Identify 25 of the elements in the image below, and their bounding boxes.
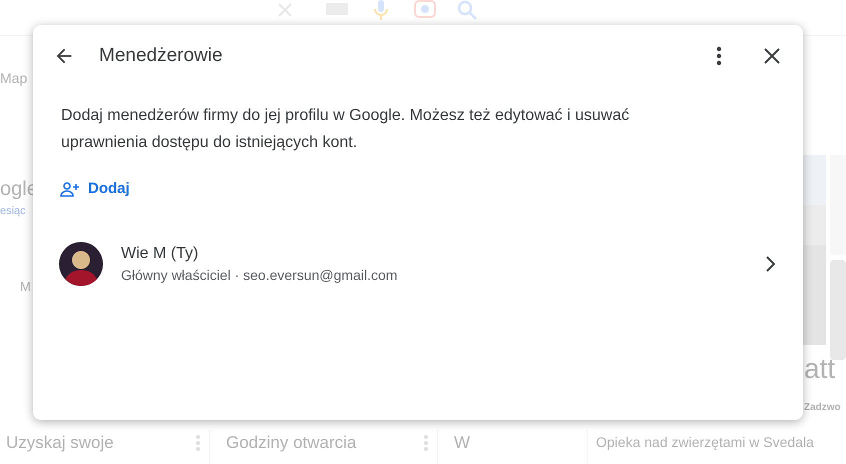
label-text: M	[20, 278, 31, 296]
call-label: Zadzwo	[804, 401, 841, 415]
link-text: esiąc	[0, 204, 26, 219]
card-title[interactable]: Godziny otwarcia	[226, 430, 423, 456]
description: Dodaj menedżerów firmy do jej profilu w Google. Możesz też edytować i usuwać uprawnienia dostępu do istniejących kont.	[61, 106, 630, 153]
heading-text: att	[804, 352, 836, 386]
dialog-title: Menedżerowie	[99, 44, 223, 68]
card-title[interactable]: W	[454, 430, 579, 456]
more-icon	[716, 46, 722, 66]
manager-name: Wie M (Ty)	[121, 244, 200, 264]
search-icon[interactable]	[457, 0, 477, 20]
camera-icon[interactable]	[414, 0, 436, 18]
card-title[interactable]: Uzyskaj swoje	[6, 430, 195, 456]
add-button[interactable]: Dodaj	[60, 178, 130, 200]
chevron-right-icon	[765, 256, 775, 272]
category-text: Opieka nad zwierzętami w Svedala	[596, 433, 814, 452]
microphone-icon[interactable]	[374, 0, 388, 20]
tab-label: Map	[0, 69, 28, 88]
manager-row[interactable]: Wie M (Ty) Główny właściciel · seo.eversun@gmail.com	[33, 236, 803, 292]
more-icon[interactable]	[195, 434, 201, 452]
person-add-icon	[60, 181, 80, 198]
manager-details: Główny właściciel · seo.eversun@gmail.com	[121, 266, 398, 284]
avatar	[59, 242, 103, 286]
close-icon	[763, 47, 781, 65]
more-icon[interactable]	[423, 434, 429, 452]
